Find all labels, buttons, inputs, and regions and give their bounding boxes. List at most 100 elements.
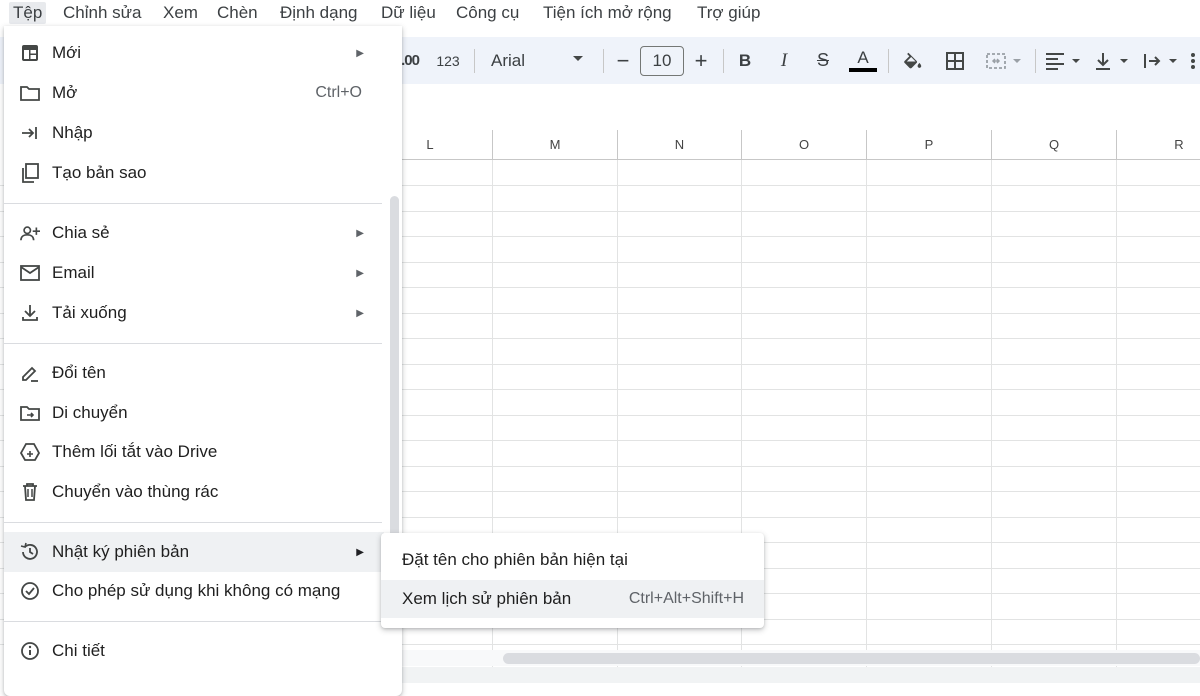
menu-item-label: Chuyển vào thùng rác [52,482,219,501]
submenu-item-see-history[interactable]: Xem lịch sử phiên bản Ctrl+Alt+Shift+H [381,580,764,618]
menu-item-email[interactable]: Email ▶ [4,253,384,293]
borders-icon [945,51,965,71]
menu-item-import[interactable]: Nhập [4,113,384,153]
menu-file[interactable]: Tệp [9,2,47,24]
grid-line [1116,160,1117,683]
menu-item-details[interactable]: Chi tiết [4,631,384,671]
menu-divider [4,621,382,622]
history-icon [20,542,40,562]
menu-item-label: Thêm lối tắt vào Drive [52,442,218,461]
strikethrough-button[interactable]: S [810,37,836,84]
menu-item-label: Đổi tên [52,363,106,382]
increase-font-size-button[interactable]: + [689,37,713,84]
borders-button[interactable] [942,37,968,84]
font-select[interactable]: Arial [484,37,592,84]
menu-item-open[interactable]: Mở Ctrl+O [4,73,384,113]
horizontal-align-button[interactable] [1042,37,1084,84]
submenu-arrow-icon: ▶ [356,267,364,279]
menu-item-version-history[interactable]: Nhật ký phiên bản ▶ [4,532,384,572]
menu-item-label: Tạo bản sao [52,163,147,182]
menu-item-rename[interactable]: Đổi tên [4,353,384,393]
menu-item-trash[interactable]: Chuyển vào thùng rác [4,472,384,512]
version-history-submenu: Đặt tên cho phiên bản hiện tại Xem lịch … [381,533,764,628]
menu-view[interactable]: Xem [159,2,202,24]
menu-bar: Tệp Chỉnh sửa Xem Chèn Định dạng Dữ liệu… [0,0,1200,26]
decrease-font-size-button[interactable]: − [611,37,635,84]
menu-help[interactable]: Trợ giúp [693,2,764,24]
italic-icon: I [780,49,788,71]
chevron-down-icon [572,55,584,63]
menu-item-shortcut: Ctrl+O [315,84,362,101]
more-options-button[interactable] [1186,37,1200,84]
column-header[interactable]: O [742,130,867,160]
menu-item-make-copy[interactable]: Tạo bản sao [4,153,384,193]
menu-scrollbar[interactable] [390,196,399,586]
text-color-button[interactable]: A [848,37,878,84]
menu-item-new[interactable]: Mới ▶ [4,33,384,73]
strikethrough-icon: S [816,50,829,70]
italic-button[interactable]: I [772,37,796,84]
align-bottom-icon [1093,51,1133,71]
rename-icon [20,363,40,383]
more-vert-icon [1190,51,1196,71]
column-header[interactable]: R [1117,130,1200,160]
menu-edit[interactable]: Chỉnh sửa [59,2,145,24]
toolbar-divider [723,49,724,73]
trash-icon [20,482,40,502]
menu-item-label: Cho phép sử dụng khi không có mạng [52,581,341,600]
menu-item-label: Tải xuống [52,303,127,322]
menu-item-label: Mới [52,43,82,62]
menu-insert[interactable]: Chèn [213,2,262,24]
submenu-arrow-icon: ▶ [356,546,364,558]
text-color-bar [849,68,877,72]
submenu-item-name-version[interactable]: Đặt tên cho phiên bản hiện tại [381,541,764,579]
number-format-button[interactable]: 123 [432,37,464,84]
menu-item-add-shortcut[interactable]: Thêm lối tắt vào Drive [4,432,384,472]
menu-item-label: Di chuyển [52,403,128,422]
merge-cells-button[interactable] [981,37,1027,84]
bold-icon: B [738,50,752,70]
column-header[interactable]: N [618,130,742,160]
toolbar-divider [1035,49,1036,73]
column-header[interactable]: M [493,130,618,160]
fill-color-button[interactable] [898,37,928,84]
share-person-icon [20,223,40,243]
menu-item-label: Nhập [52,123,93,142]
menu-item-move[interactable]: Di chuyển [4,393,384,433]
menu-data[interactable]: Dữ liệu [377,2,440,24]
submenu-arrow-icon: ▶ [356,227,364,239]
vertical-align-button[interactable] [1093,37,1133,84]
toolbar-divider [603,49,604,73]
new-sheet-icon [20,43,40,63]
menu-item-download[interactable]: Tải xuống ▶ [4,293,384,333]
menu-format[interactable]: Định dạng [276,2,362,24]
font-size-input[interactable]: 10 [640,37,684,84]
menu-item-label: Chia sẻ [52,223,110,242]
drive-shortcut-icon [20,442,40,462]
email-icon [20,263,40,283]
menu-item-share[interactable]: Chia sẻ ▶ [4,213,384,253]
folder-icon [20,83,40,103]
sheet-tabs-bar [402,667,1200,683]
menu-item-offline[interactable]: Cho phép sử dụng khi không có mạng [4,571,384,611]
menu-tools[interactable]: Công cụ [452,2,523,24]
align-left-icon [1043,51,1083,71]
text-wrap-icon [1141,51,1181,71]
download-icon [20,303,40,323]
menu-extensions[interactable]: Tiện ích mở rộng [539,2,676,24]
menu-divider [4,203,382,204]
grid-line [991,160,992,683]
bold-button[interactable]: B [733,37,757,84]
plus-icon: + [694,47,708,73]
text-wrap-button[interactable] [1140,37,1182,84]
horizontal-scrollbar[interactable] [503,653,1200,664]
number-format-label: 123 [436,52,460,69]
column-header[interactable]: P [867,130,992,160]
submenu-item-label: Đặt tên cho phiên bản hiện tại [402,550,628,569]
grid-line [866,160,867,683]
font-name: Arial [491,50,526,70]
column-header[interactable]: Q [992,130,1117,160]
decimal-label: .00 [401,52,420,69]
copy-icon [20,163,40,183]
toolbar-divider [888,49,889,73]
